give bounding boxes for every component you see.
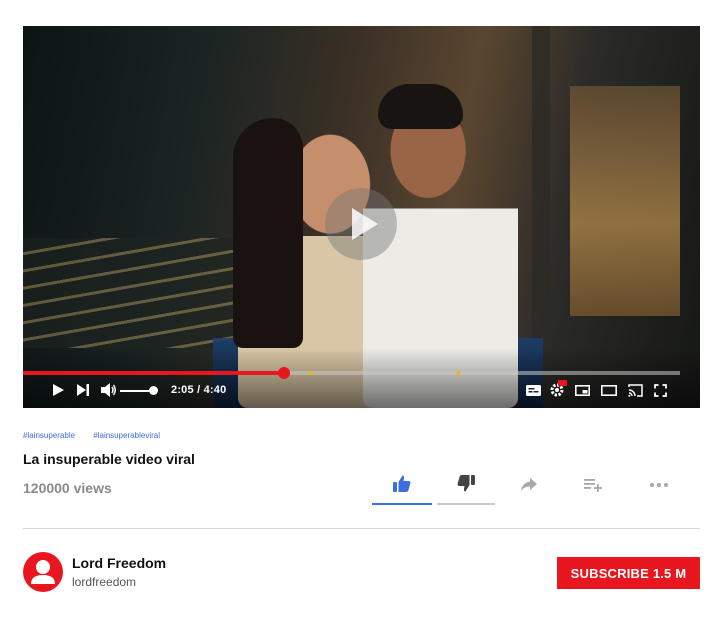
like-indicator <box>372 503 432 505</box>
dislike-button[interactable] <box>436 475 496 505</box>
volume-knob[interactable] <box>149 386 158 395</box>
view-count: 120000 views <box>23 480 112 496</box>
channel-handle: lordfreedom <box>72 575 137 589</box>
share-button[interactable] <box>499 478 559 508</box>
ad-marker <box>456 371 460 375</box>
play-icon[interactable] <box>53 384 64 396</box>
controls-gradient <box>23 348 700 408</box>
ad-marker <box>308 371 312 375</box>
like-button[interactable] <box>372 475 432 505</box>
video-frame-hair-man <box>378 84 463 129</box>
thumbs-down-icon <box>457 475 475 492</box>
progress-scrubber[interactable] <box>277 367 290 379</box>
next-icon[interactable] <box>77 384 89 396</box>
subscribe-button[interactable]: SUBSCRIBE 1.5 M <box>557 557 700 589</box>
add-to-playlist-icon <box>584 479 602 492</box>
cast-icon[interactable] <box>628 384 643 397</box>
video-frame-steps <box>23 238 253 348</box>
time-display: 2:05 / 4:40 <box>171 384 227 396</box>
miniplayer-icon[interactable] <box>575 385 590 396</box>
save-button[interactable] <box>563 478 623 508</box>
more-horizontal-icon <box>650 483 668 487</box>
hashtag-link[interactable]: #lainsuperableviral <box>93 431 160 440</box>
fullscreen-icon[interactable] <box>654 384 667 397</box>
settings-icon[interactable] <box>550 380 567 397</box>
channel-name[interactable]: Lord Freedom <box>72 555 166 571</box>
thumbs-up-icon <box>393 475 411 492</box>
theater-mode-icon[interactable] <box>601 385 617 396</box>
video-frame-background <box>570 86 680 316</box>
hashtag-link[interactable]: #lainsuperable <box>23 431 75 440</box>
video-title: La insuperable video viral <box>23 451 195 467</box>
progress-played <box>23 371 284 375</box>
video-frame-hair <box>233 118 303 348</box>
volume-icon[interactable] <box>101 383 117 397</box>
center-play-button[interactable] <box>325 188 397 260</box>
hashtag-list: #lainsuperable #lainsuperableviral <box>23 431 176 440</box>
user-icon <box>31 560 55 584</box>
subtitles-icon[interactable] <box>526 385 541 396</box>
more-button[interactable] <box>629 483 689 513</box>
progress-bar[interactable] <box>23 367 680 379</box>
channel-avatar[interactable] <box>23 552 63 592</box>
video-player[interactable]: 2:05 / 4:40 <box>23 26 700 408</box>
hd-badge <box>558 380 567 386</box>
dislike-indicator <box>437 503 495 505</box>
section-divider <box>23 528 700 529</box>
share-icon <box>521 478 537 491</box>
